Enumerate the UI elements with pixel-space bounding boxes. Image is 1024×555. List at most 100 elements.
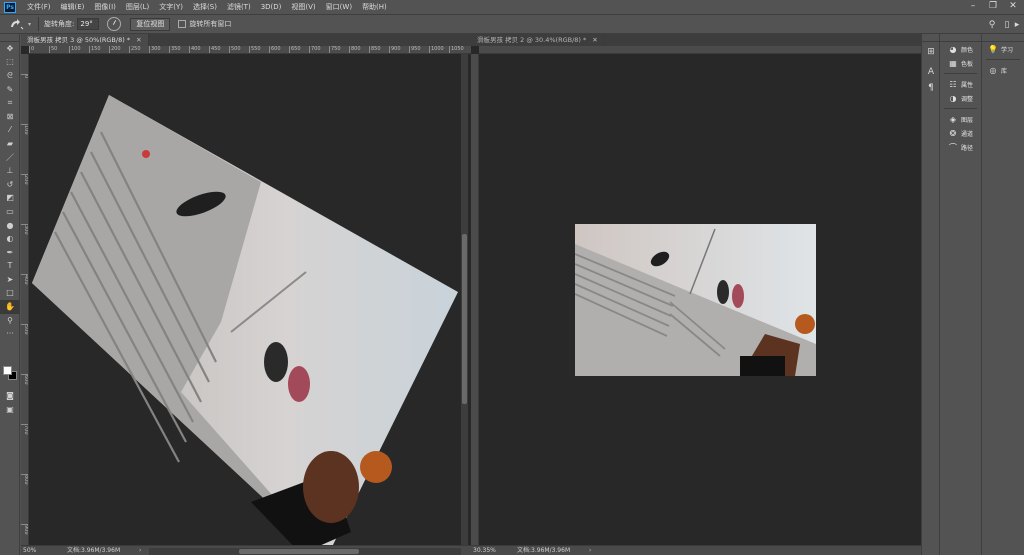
quick-select-icon[interactable]: ✎ [0,83,20,97]
options-divider [38,17,40,31]
search-icon[interactable]: ⚲ [985,18,999,32]
share-icon[interactable]: ▸ [1012,18,1022,32]
panel-grip[interactable] [982,34,1024,42]
status-menu-arrow-icon[interactable]: › [139,546,141,555]
ruler-tick: 650 [289,46,301,53]
brush-icon[interactable]: ／ [0,151,20,165]
panel-libraries[interactable]: ◎ 库 [982,63,1024,77]
type-icon[interactable]: T [0,260,20,274]
zoom-level[interactable]: 50% [23,546,36,555]
photoshop-logo-icon: Ps [4,1,16,13]
libraries-icon: ◎ [989,65,997,75]
vertical-ruler[interactable] [471,54,479,545]
panel-adjustments[interactable]: ◑ 调整 [940,91,981,105]
menu-type[interactable]: 文字(Y) [154,2,188,12]
horizontal-ruler[interactable] [479,46,921,54]
panel-grip[interactable] [940,34,981,42]
tab-document-1[interactable]: 滑板男孩 拷贝 3 @ 50%(RGB/8) * ✕ [21,34,149,46]
eyedropper-icon[interactable]: ⁄ [0,124,20,138]
menu-layer[interactable]: 图层(L) [121,2,154,12]
tool-preset-chevron-down-icon[interactable]: ▾ [28,21,31,28]
rotate-all-windows-checkbox[interactable] [178,20,187,28]
swatches-icon: ▦ [949,58,957,68]
gradient-icon[interactable]: ▭ [0,205,20,219]
dock-divider [986,59,1020,60]
panel-layers[interactable]: ◈ 图层 [940,112,981,126]
rotate-view-icon[interactable] [6,16,28,32]
paragraph-icon[interactable]: ¶ [922,82,940,94]
tab-document-2[interactable]: 滑板男孩 拷贝 2 @ 30.4%(RGB/8) * ✕ [471,34,605,46]
horizontal-ruler[interactable]: 0 50 100 150 200 250 300 350 400 450 500 550 600 650 7… [29,46,471,54]
layers-icon: ◈ [949,114,957,124]
character-icon[interactable]: A [922,62,940,82]
menu-window[interactable]: 窗口(W) [321,2,357,12]
photo-person-plaid [288,366,310,402]
foreground-color-swatch[interactable] [3,366,12,375]
ruler-tick: 500 [229,46,241,53]
ruler-tick: 400 [189,46,201,53]
menu-select[interactable]: 选择(S) [188,2,222,12]
blur-icon[interactable]: ● [0,219,20,233]
hand-icon[interactable]: ✋ [0,300,20,314]
close-icon[interactable]: ✕ [592,36,597,44]
eraser-icon[interactable]: ◩ [0,192,20,206]
reset-view-button[interactable]: 复位视图 [130,17,171,31]
menu-help[interactable]: 帮助(H) [357,2,392,12]
history-brush-icon[interactable]: ↺ [0,178,20,192]
learn-icon: 💡 [988,44,998,54]
panel-channels[interactable]: ❂ 通道 [940,126,981,140]
vertical-scrollbar[interactable] [461,54,468,545]
crop-icon[interactable]: ⌗ [0,96,20,110]
move-icon[interactable]: ✥ [0,42,20,56]
path-select-icon[interactable]: ➤ [0,273,20,287]
ruler-tick: 0 [29,46,35,53]
more-tools-icon[interactable]: ··· [0,327,20,341]
vertical-ruler[interactable]: 0 100 200 300 400 500 600 700 800 900 [21,54,29,545]
dodge-icon[interactable]: ◐ [0,232,20,246]
clone-stamp-icon[interactable]: ⊥ [0,164,20,178]
pen-icon[interactable]: ✒ [0,246,20,260]
screen-mode-icon[interactable]: ▣ [0,403,20,417]
ruler-tick: 150 [89,46,101,53]
panel-learn[interactable]: 💡 学习 [982,42,1024,56]
canvas-area[interactable] [29,54,461,545]
horizontal-scrollbar[interactable] [149,548,461,555]
panel-color[interactable]: ◕ 颜色 [940,42,981,56]
panel-grip[interactable] [922,34,939,42]
ruler-tick: 300 [149,46,161,53]
panel-properties[interactable]: ☷ 属性 [940,77,981,91]
menu-3d[interactable]: 3D(D) [256,3,287,11]
zoom-icon[interactable]: ⚲ [0,314,20,328]
photo-person-black [264,342,288,382]
rectangle-icon[interactable]: □ [0,287,20,301]
menu-view[interactable]: 视图(V) [286,2,320,12]
menu-edit[interactable]: 编辑(E) [56,2,90,12]
rotation-dial[interactable] [107,17,122,31]
document-size: 文档:3.96M/3.96M [517,547,571,554]
photo-photographer-body [303,451,359,523]
lasso-icon[interactable]: ᘓ [0,69,20,83]
quick-mask-icon[interactable]: ◙ [0,389,20,403]
panel-paths[interactable]: ⌒ 路径 [940,140,981,154]
minimize-icon[interactable]: – [963,0,983,14]
menu-filter[interactable]: 滤镜(T) [222,2,256,12]
healing-brush-icon[interactable]: ▰ [0,137,20,151]
close-icon[interactable]: ✕ [136,36,141,44]
menu-file[interactable]: 文件(F) [22,2,56,12]
status-menu-arrow-icon[interactable]: › [589,546,591,555]
rotation-angle-input[interactable]: 29° [77,18,100,30]
marquee-icon[interactable]: ⬚ [0,56,20,70]
restore-icon[interactable]: ❐ [983,0,1003,14]
zoom-level[interactable]: 30.35% [473,546,496,555]
dock-divider [944,108,977,109]
panel-dock: ◕ 颜色 ▦ 色板 ☷ 属性 ◑ 调整 ◈ 图层 ❂ 通道 ⌒ 路径 [939,34,981,555]
menu-image[interactable]: 图像(I) [89,2,121,12]
panel-grip[interactable] [0,34,19,42]
close-icon[interactable]: ✕ [1003,0,1023,14]
frame-icon[interactable]: ⊠ [0,110,20,124]
panel-swatches[interactable]: ▦ 色板 [940,56,981,70]
history-icon[interactable]: ⊞ [922,42,940,62]
ruler-tick: 750 [329,46,341,53]
adjustments-icon: ◑ [949,93,957,103]
ruler-tick: 1000 [429,46,444,53]
